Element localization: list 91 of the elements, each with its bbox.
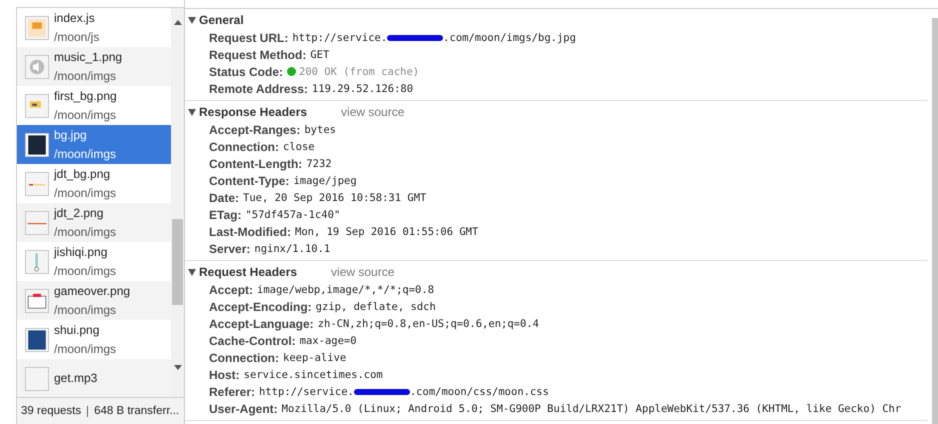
header-value: max-age=0 xyxy=(300,334,357,346)
header-value: close xyxy=(283,140,315,152)
scroll-up-icon[interactable] xyxy=(174,19,182,25)
file-thumbnail-icon xyxy=(25,14,49,42)
header-name: Request URL: xyxy=(209,30,288,44)
header-value: http://service. xyxy=(259,386,354,398)
header-value: 7232 xyxy=(306,158,332,170)
header-name: Referer: xyxy=(209,384,256,398)
header-value: Tue, 20 Sep 2016 10:58:31 GMT xyxy=(243,192,426,204)
expand-triangle-icon[interactable] xyxy=(188,108,196,116)
file-name: jdt_bg.png xyxy=(54,166,112,182)
file-path: /moon/imgs xyxy=(54,262,116,280)
transfer-size: 648 B transferr... xyxy=(94,405,180,417)
view-source-link[interactable]: view source xyxy=(341,105,404,119)
file-thumbnail-icon xyxy=(25,286,49,314)
section-title[interactable]: General xyxy=(199,13,244,27)
file-path: /moon/imgs xyxy=(54,224,116,240)
header-value: Mozilla/5.0 (Linux; Android 5.0; SM-G900P Build/LRX21T) AppleWebKit/537.36 (KHTML, like Gecko) Chr xyxy=(282,402,902,414)
file-name: shui.png xyxy=(54,322,100,338)
file-thumbnail-icon xyxy=(25,130,49,158)
file-path: /moon/imgs xyxy=(54,184,116,202)
header-value: Mon, 19 Sep 2016 01:55:06 GMT xyxy=(295,226,478,238)
header-name: Accept-Ranges: xyxy=(209,122,300,136)
header-name: Connection: xyxy=(209,350,279,364)
header-name: Request Method: xyxy=(209,48,306,62)
file-thumbnail-icon xyxy=(25,364,49,392)
header-name: Accept-Language: xyxy=(209,316,314,330)
header-name: Content-Length: xyxy=(209,156,302,170)
file-name: get.mp3 xyxy=(54,370,98,387)
header-name: User-Agent: xyxy=(209,402,278,416)
header-value: keep-alive xyxy=(283,352,346,364)
header-value: .com/moon/imgs/bg.jpg xyxy=(443,32,576,44)
file-path: /moon/imgs xyxy=(54,146,116,162)
request-item[interactable]: gameover.png /moon/imgs xyxy=(17,281,171,320)
header-name: Last-Modified: xyxy=(209,224,291,238)
header-value: "57df457a-1c40" xyxy=(245,208,340,220)
header-value: .com/moon/css/moon.css xyxy=(410,386,549,398)
request-count: 39 requests xyxy=(21,405,82,417)
scroll-down-icon[interactable] xyxy=(174,365,182,371)
file-thumbnail-icon xyxy=(25,52,49,80)
file-thumbnail-icon xyxy=(25,208,49,236)
header-value: bytes xyxy=(304,124,336,136)
file-path: /moon/imgs xyxy=(54,106,117,124)
header-value: image/jpeg xyxy=(293,174,357,186)
header-value: GET xyxy=(310,48,330,60)
file-name: jdt_2.png xyxy=(54,204,104,222)
scrollbar-thumb[interactable] xyxy=(172,219,183,305)
header-name: Date: xyxy=(209,190,240,204)
header-name: ETag: xyxy=(209,208,242,222)
header-name: Host: xyxy=(209,368,240,382)
header-value: http://service. xyxy=(292,32,388,44)
header-value: gzip, deflate, sdch xyxy=(316,300,436,312)
file-name: first_bg.png xyxy=(54,88,117,104)
header-value: 200 OK (from cache) xyxy=(299,66,420,78)
expand-triangle-icon[interactable] xyxy=(188,268,196,276)
view-source-link[interactable]: view source xyxy=(331,265,394,279)
file-path: /moon/js xyxy=(54,28,100,46)
header-name: Cache-Control: xyxy=(209,334,296,348)
section-title[interactable]: Response Headers xyxy=(199,105,308,119)
scrollbar[interactable] xyxy=(932,18,938,424)
file-name: music_1.png xyxy=(54,48,122,66)
file-name: jishiqi.png xyxy=(54,244,108,260)
request-item[interactable]: jdt_2.png /moon/imgs xyxy=(17,203,171,242)
file-thumbnail-icon xyxy=(25,92,49,120)
file-path: /moon/imgs xyxy=(54,340,116,358)
expand-triangle-icon[interactable] xyxy=(188,16,196,24)
file-thumbnail-icon xyxy=(25,170,49,198)
header-name: Status Code: xyxy=(209,64,284,78)
file-name: gameover.png xyxy=(54,282,130,300)
file-thumbnail-icon xyxy=(25,326,49,354)
scrollbar[interactable] xyxy=(171,8,184,397)
file-path: /moon/imgs xyxy=(54,302,118,318)
header-name: Server: xyxy=(209,242,250,256)
request-item[interactable]: get.mp3 xyxy=(17,359,171,397)
file-path: /moon/imgs xyxy=(54,68,118,84)
header-value: nginx/1.10.1 xyxy=(254,242,330,254)
header-value: 119.29.52.126:80 xyxy=(312,82,414,94)
file-name: bg.jpg xyxy=(54,126,88,144)
header-value: zh-CN,zh;q=0.8,en-US;q=0.6,en;q=0.4 xyxy=(318,318,539,330)
header-name: Remote Address: xyxy=(209,82,308,96)
header-name: Accept: xyxy=(209,282,254,296)
header-name: Connection: xyxy=(209,140,279,154)
header-name: Content-Type: xyxy=(209,174,290,188)
request-item[interactable]: music_1.png /moon/imgs xyxy=(17,47,171,86)
request-item[interactable]: bg.jpg /moon/imgs xyxy=(17,125,171,164)
file-thumbnail-icon xyxy=(25,248,49,276)
header-value: service.sincetimes.com xyxy=(244,368,383,380)
file-name: index.js xyxy=(54,10,96,26)
header-value: image/webp,image/*,*/*;q=0.8 xyxy=(257,284,434,296)
header-name: Accept-Encoding: xyxy=(209,300,312,314)
section-title[interactable]: Request Headers xyxy=(199,265,298,279)
